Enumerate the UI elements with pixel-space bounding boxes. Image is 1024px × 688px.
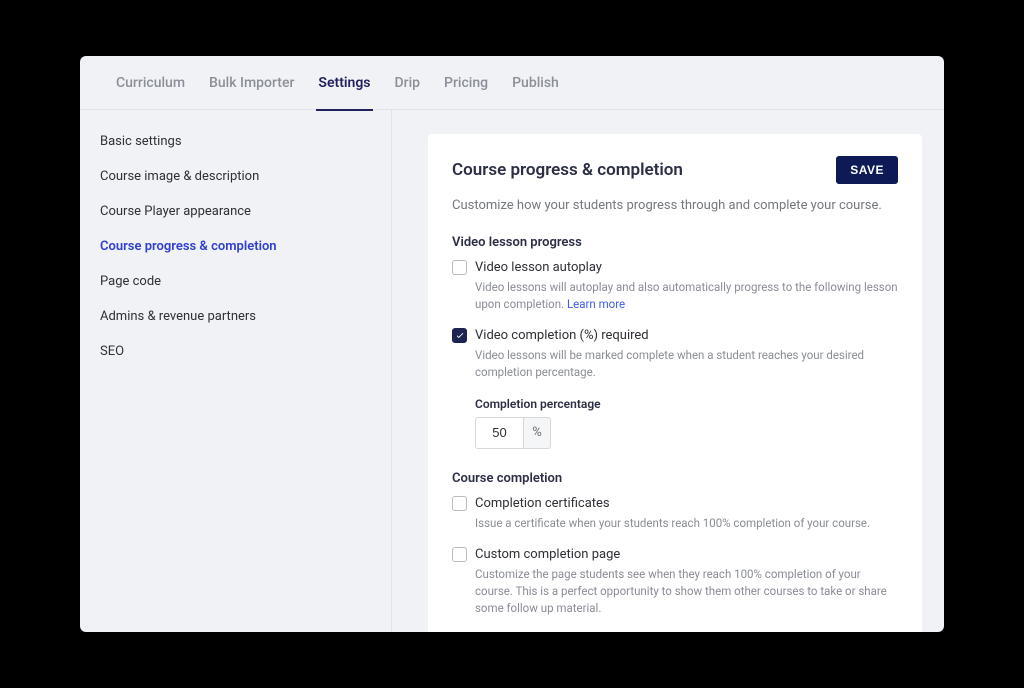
custom-page-checkbox[interactable] bbox=[452, 547, 467, 562]
custom-page-label[interactable]: Custom completion page bbox=[475, 547, 620, 562]
required-row: Video completion (%) required bbox=[452, 328, 898, 343]
percent-group: % bbox=[475, 417, 898, 449]
required-label[interactable]: Video completion (%) required bbox=[475, 328, 649, 343]
autoplay-help: Video lessons will autoplay and also aut… bbox=[475, 279, 898, 312]
settings-sidebar: Basic settings Course image & descriptio… bbox=[80, 110, 392, 632]
content-body: Basic settings Course image & descriptio… bbox=[80, 110, 944, 632]
certs-checkbox[interactable] bbox=[452, 496, 467, 511]
section-course-label: Course completion bbox=[452, 471, 898, 486]
tab-pricing[interactable]: Pricing bbox=[444, 56, 488, 110]
checkmark-icon bbox=[455, 331, 465, 341]
main-panel: Course progress & completion SAVE Custom… bbox=[392, 110, 944, 632]
progress-card: Course progress & completion SAVE Custom… bbox=[428, 134, 922, 632]
save-button[interactable]: SAVE bbox=[836, 156, 898, 184]
section-video-label: Video lesson progress bbox=[452, 235, 898, 250]
sidebar-item-basic[interactable]: Basic settings bbox=[80, 124, 391, 159]
sidebar-item-progress[interactable]: Course progress & completion bbox=[80, 229, 391, 264]
settings-window: Curriculum Bulk Importer Settings Drip P… bbox=[80, 56, 944, 632]
percent-input[interactable] bbox=[475, 417, 523, 449]
learn-more-link[interactable]: Learn more bbox=[567, 297, 625, 311]
tab-curriculum[interactable]: Curriculum bbox=[116, 56, 185, 110]
autoplay-row: Video lesson autoplay bbox=[452, 260, 898, 275]
sidebar-item-admins[interactable]: Admins & revenue partners bbox=[80, 299, 391, 334]
certs-help: Issue a certificate when your students r… bbox=[475, 515, 898, 532]
custom-page-help: Customize the page students see when the… bbox=[475, 566, 898, 616]
tab-publish[interactable]: Publish bbox=[512, 56, 559, 110]
custom-page-row: Custom completion page bbox=[452, 547, 898, 562]
card-header: Course progress & completion SAVE bbox=[452, 156, 898, 184]
autoplay-checkbox[interactable] bbox=[452, 260, 467, 275]
tab-settings[interactable]: Settings bbox=[318, 56, 370, 110]
required-help: Video lessons will be marked complete wh… bbox=[475, 347, 898, 380]
autoplay-help-text: Video lessons will autoplay and also aut… bbox=[475, 280, 898, 311]
sidebar-item-seo[interactable]: SEO bbox=[80, 334, 391, 369]
sidebar-item-pagecode[interactable]: Page code bbox=[80, 264, 391, 299]
card-description: Customize how your students progress thr… bbox=[452, 198, 898, 213]
tab-drip[interactable]: Drip bbox=[395, 56, 421, 110]
certs-label[interactable]: Completion certificates bbox=[475, 496, 610, 511]
percent-label: Completion percentage bbox=[475, 397, 898, 411]
card-title: Course progress & completion bbox=[452, 160, 683, 180]
autoplay-label[interactable]: Video lesson autoplay bbox=[475, 260, 602, 275]
required-checkbox[interactable] bbox=[452, 328, 467, 343]
sidebar-item-player[interactable]: Course Player appearance bbox=[80, 194, 391, 229]
tab-bulk-importer[interactable]: Bulk Importer bbox=[209, 56, 294, 110]
percent-suffix: % bbox=[523, 417, 551, 449]
top-tabs: Curriculum Bulk Importer Settings Drip P… bbox=[80, 56, 944, 110]
sidebar-item-image[interactable]: Course image & description bbox=[80, 159, 391, 194]
certs-row: Completion certificates bbox=[452, 496, 898, 511]
